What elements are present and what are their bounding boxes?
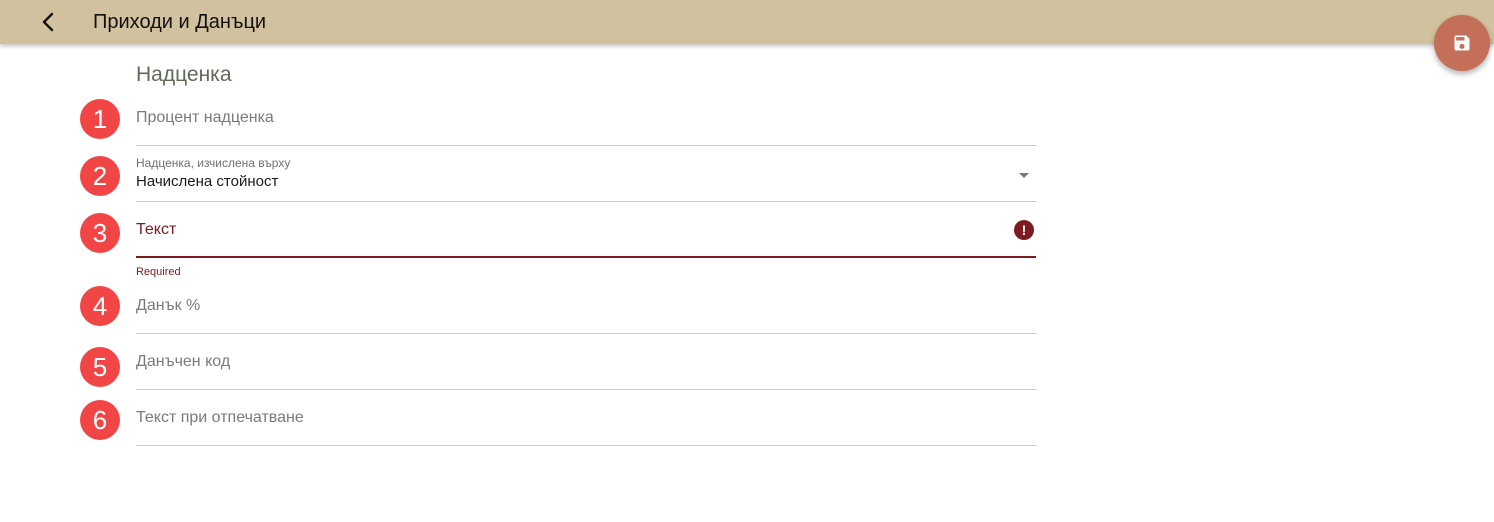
- floppy-disk-icon: [1454, 35, 1470, 51]
- markup-base-value: Начислена стойност: [136, 173, 279, 190]
- save-button[interactable]: [1434, 15, 1490, 71]
- step-badge-2: 2: [80, 156, 120, 196]
- markup-base-select[interactable]: Надценка, изчислена върху Начислена стой…: [136, 146, 1036, 202]
- error-icon: !: [1014, 220, 1034, 240]
- tax-percent-input[interactable]: Данък %: [136, 278, 1036, 334]
- page-title: Приходи и Данъци: [93, 11, 267, 33]
- step-badge-4: 4: [80, 286, 120, 326]
- step-badge-3: 3: [80, 213, 120, 253]
- dropdown-arrow-icon: [1019, 173, 1029, 178]
- arrow-back-icon: [42, 12, 54, 32]
- tax-code-placeholder: Данъчен код: [136, 353, 231, 370]
- required-error-message: Required: [136, 266, 181, 278]
- print-text-input[interactable]: Текст при отпечатване: [136, 390, 1036, 446]
- text-placeholder: Текст: [136, 221, 177, 238]
- markup-percent-placeholder: Процент надценка: [136, 109, 274, 126]
- tax-code-input[interactable]: Данъчен код: [136, 334, 1036, 390]
- step-badge-5: 5: [80, 347, 120, 387]
- tax-percent-placeholder: Данък %: [136, 297, 201, 314]
- step-badge-1: 1: [80, 99, 120, 139]
- back-button[interactable]: [34, 8, 62, 36]
- text-input[interactable]: Текст !: [136, 202, 1036, 258]
- section-title: Надценка: [136, 63, 232, 86]
- app-bar: Приходи и Данъци: [0, 0, 1494, 44]
- print-text-placeholder: Текст при отпечатване: [136, 409, 304, 426]
- markup-base-label: Надценка, изчислена върху: [136, 156, 291, 170]
- markup-percent-input[interactable]: Процент надценка: [136, 90, 1036, 146]
- step-badge-6: 6: [80, 400, 120, 440]
